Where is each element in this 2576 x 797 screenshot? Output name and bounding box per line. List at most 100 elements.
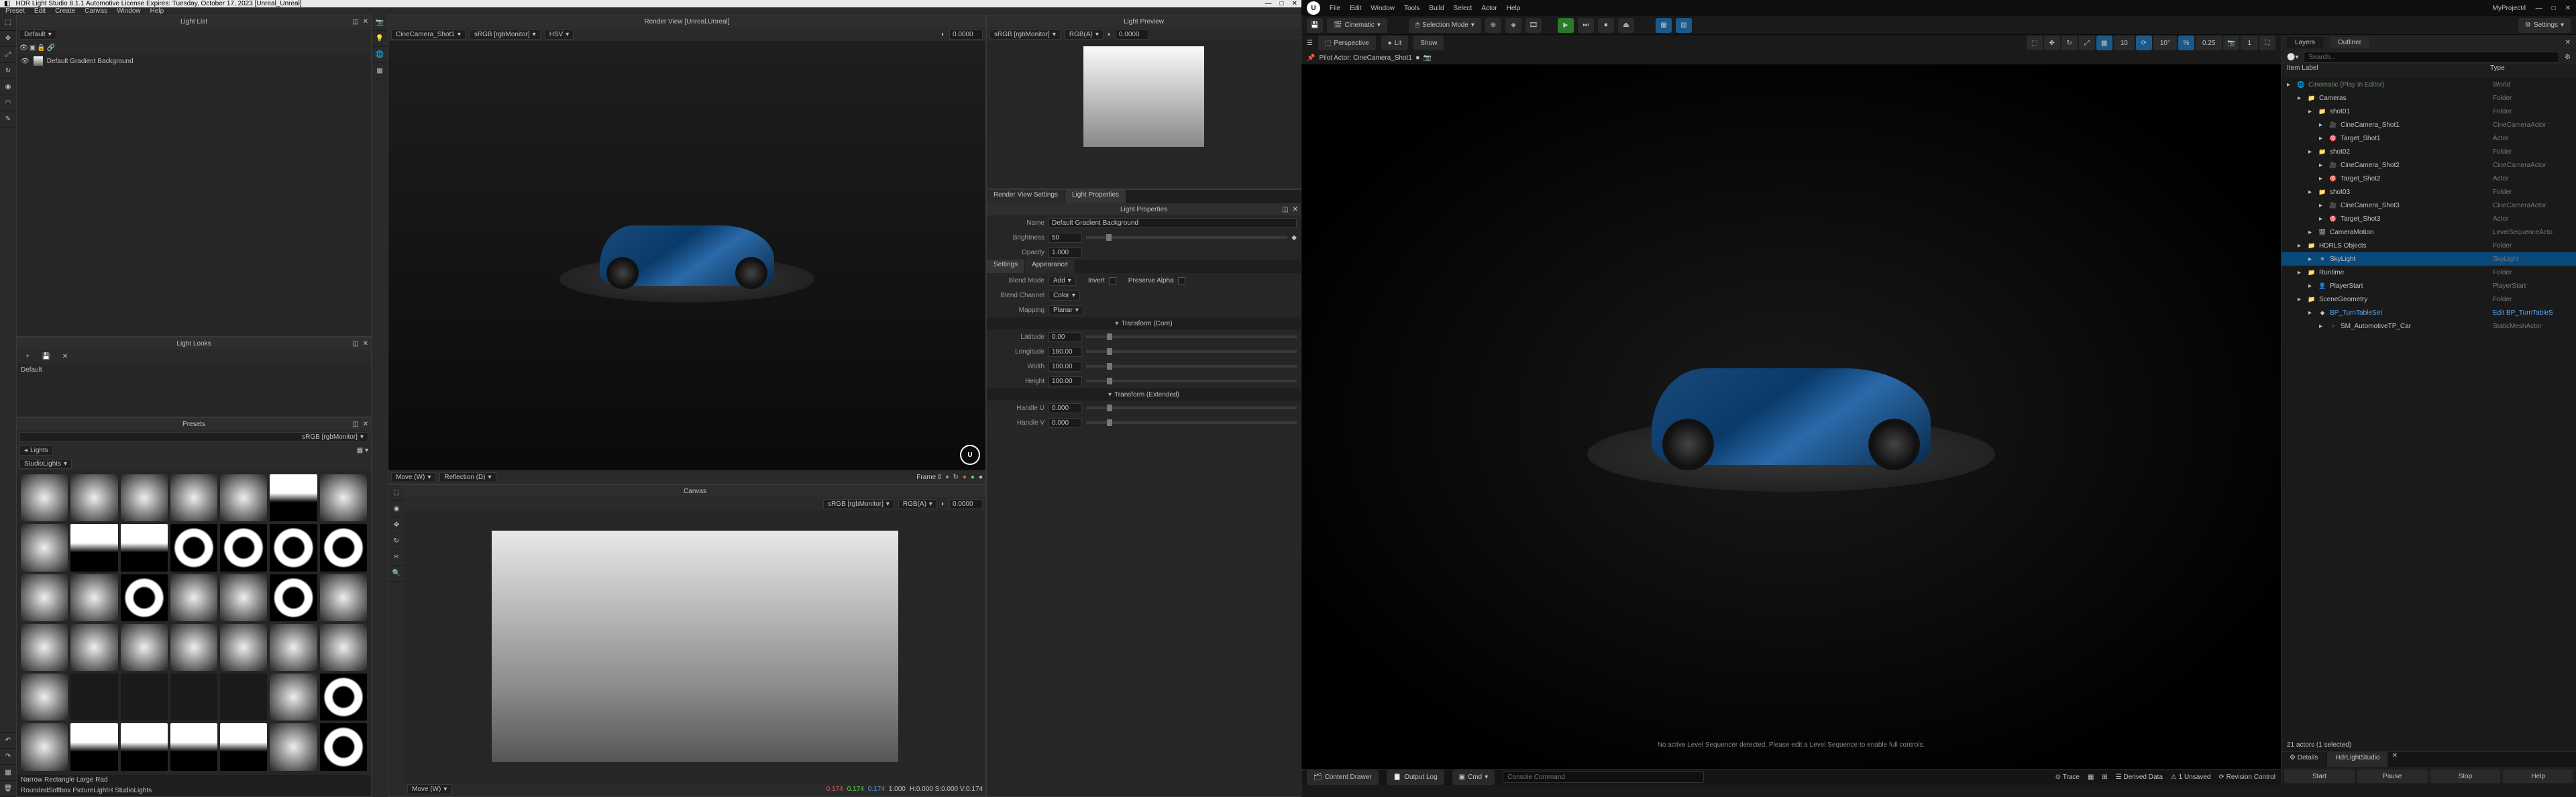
preset-thumb[interactable] [270, 474, 317, 521]
looks-del-icon[interactable]: ✕ [57, 349, 73, 364]
outliner-row[interactable]: ▸🎥CineCamera_Shot2CineCameraActor [2282, 158, 2576, 172]
gizmo-move-icon[interactable]: ✥ [2044, 36, 2060, 50]
canvas-viewport[interactable] [405, 511, 985, 783]
expand-icon[interactable]: ▸ [2319, 323, 2326, 330]
details-close-icon[interactable]: ✕ [2392, 752, 2397, 767]
snap-angle-val[interactable]: 10° [2153, 36, 2177, 50]
expand-icon[interactable]: ▸ [2298, 95, 2304, 102]
perspective-drop[interactable]: ⬚ Perspective [1318, 36, 1376, 50]
outliner-search[interactable] [2304, 52, 2559, 63]
outliner-row[interactable]: ▸👤PlayerStartPlayerStart [2282, 279, 2576, 293]
preset-thumb[interactable] [170, 624, 217, 671]
slider-brightness[interactable] [1086, 236, 1287, 239]
tab-hdrlightstudio[interactable]: HdrLightStudio [2327, 752, 2387, 767]
ue-close-button[interactable]: ✕ [2565, 5, 2571, 12]
expand-icon[interactable]: ▸ [2319, 202, 2326, 209]
preset-thumb[interactable] [220, 524, 267, 571]
unsaved-button[interactable]: ⚠ 1 Unsaved [2171, 774, 2211, 781]
menu-help[interactable]: Help [150, 7, 164, 15]
ue-menu-select[interactable]: Select [1454, 5, 1472, 12]
tool-undo-icon[interactable]: ↶ [0, 733, 16, 749]
close-icon[interactable]: ✕ [363, 421, 368, 428]
preset-thumb[interactable] [121, 674, 168, 721]
pilot-cam-icon[interactable]: 📷 [1424, 54, 1432, 62]
canvas-cs-drop[interactable]: sRGB [rgbMonitor] ▾ [823, 499, 894, 509]
console-input[interactable] [1503, 772, 1704, 783]
output-log-button[interactable]: 📋 Output Log [1387, 770, 1444, 785]
outliner-row[interactable]: ▸🎯Target_Shot2Actor [2282, 172, 2576, 185]
show-drop[interactable]: Show [1413, 36, 1444, 50]
lightlist-bg-row[interactable]: 👁 Default Gradient Background [17, 54, 371, 68]
outliner-row[interactable]: ▸🎬CameraMotionLevelSequenceActo [2282, 225, 2576, 239]
prop-lat[interactable]: 0.00 [1049, 332, 1082, 342]
preset-thumb[interactable] [21, 574, 68, 621]
preset-thumb[interactable] [270, 574, 317, 621]
minimize-button[interactable]: — [1265, 0, 1272, 7]
ue-menu-edit[interactable]: Edit [1350, 5, 1361, 12]
tool-redo-icon[interactable]: ↷ [0, 749, 16, 765]
canvas-exp-icon[interactable]: ◐ [941, 500, 945, 508]
expand-icon[interactable]: ▸ [2287, 81, 2294, 89]
platform2-icon[interactable]: ▧ [1676, 18, 1692, 33]
preset-thumb[interactable] [320, 474, 367, 521]
canvas-rgba-drop[interactable]: RGB(A) ▾ [898, 499, 937, 509]
preset-thumb[interactable] [220, 624, 267, 671]
drop-mapping[interactable]: Planar ▾ [1049, 305, 1083, 315]
preset-thumb[interactable] [170, 524, 217, 571]
menu-canvas[interactable]: Canvas [85, 7, 107, 15]
canvas-nav-drop[interactable]: Move (W) ▾ [407, 784, 451, 794]
slider-width[interactable] [1086, 365, 1297, 368]
cmd-drop[interactable]: ▣ Cmd ▾ [1452, 770, 1495, 785]
prop-height[interactable]: 100.00 [1049, 376, 1082, 386]
outliner-row[interactable]: ▸▫SM_AutomotiveTP_CarStaticMeshActor [2282, 319, 2576, 333]
tab-layers[interactable]: Layers [2287, 37, 2323, 48]
settings-drop[interactable]: ⚙ Settings ▾ [2518, 18, 2571, 33]
outliner-row[interactable]: ▸📁shot03Folder [2282, 185, 2576, 199]
outliner-close-icon[interactable]: ✕ [2565, 39, 2571, 46]
preset-thumb[interactable] [121, 474, 168, 521]
prop-brightness[interactable]: 50 [1049, 233, 1082, 243]
close-button[interactable]: ✕ [1292, 0, 1297, 7]
preset-thumb[interactable] [121, 723, 168, 770]
gizmo-rotate-icon[interactable]: ↻ [2061, 36, 2078, 50]
prop-opacity[interactable]: 1.000 [1049, 248, 1082, 258]
loop-icon[interactable]: ↻ [953, 474, 958, 481]
preset-thumb[interactable] [270, 723, 317, 770]
mode-drop[interactable]: HSV ▾ [545, 30, 574, 40]
skip-icon[interactable]: ⏭ [1578, 18, 1594, 33]
prop-width[interactable]: 100.00 [1049, 362, 1082, 372]
pause-icon[interactable]: ⏸ [945, 474, 949, 481]
ue-menu-file[interactable]: File [1330, 5, 1340, 12]
eye-icon[interactable]: 👁 [19, 44, 28, 52]
stop-icon[interactable]: ⏹ [1598, 18, 1614, 33]
hdr-transform-ext[interactable]: ▾ Transform (Extended) [987, 388, 1301, 401]
trace-button[interactable]: ⊙ Trace [2055, 774, 2080, 781]
stat2-icon[interactable]: ⊞ [2102, 774, 2107, 781]
expand-icon[interactable]: ▸ [2308, 229, 2315, 236]
visibility-icon[interactable]: 👁 [21, 58, 30, 65]
canvas-t1-icon[interactable]: ⬚ [388, 485, 405, 501]
save-icon[interactable]: 💾 [1307, 18, 1323, 33]
expand-icon[interactable]: ▸ [2308, 148, 2315, 156]
preset-thumb[interactable] [21, 474, 68, 521]
dock-icon[interactable]: ◫ [1282, 206, 1288, 213]
outliner-row[interactable]: ▸📁SceneGeometryFolder [2282, 293, 2576, 306]
lp-rgba-drop[interactable]: RGB(A) ▾ [1065, 30, 1104, 40]
colorspace-drop[interactable]: sRGB [rgbMonitor] ▾ [470, 30, 541, 40]
chk-invert[interactable] [1109, 277, 1116, 284]
preset-thumb[interactable] [170, 723, 217, 770]
expand-icon[interactable]: ▸ [2319, 135, 2326, 142]
ue-menu-build[interactable]: Build [1429, 5, 1444, 12]
outliner-row[interactable]: ▸☀SkyLightSkyLight [2282, 252, 2576, 266]
slider-hv[interactable] [1086, 421, 1297, 424]
keyframe-icon[interactable]: ◆ [1291, 234, 1297, 242]
lightlist-default-drop[interactable]: Default ▾ [19, 30, 56, 40]
looks-default-row[interactable]: Default [17, 363, 371, 376]
content-drawer-button[interactable]: 🗂 Content Drawer [1307, 770, 1379, 785]
prop-name[interactable]: Default Gradient Background [1049, 218, 1297, 228]
looks-save-icon[interactable]: 💾 [38, 349, 54, 364]
preset-thumb[interactable] [220, 574, 267, 621]
sequence-icon[interactable]: 🎞 [1525, 18, 1542, 33]
preset-thumb[interactable] [170, 574, 217, 621]
expand-icon[interactable]: ▸ [2319, 175, 2326, 182]
